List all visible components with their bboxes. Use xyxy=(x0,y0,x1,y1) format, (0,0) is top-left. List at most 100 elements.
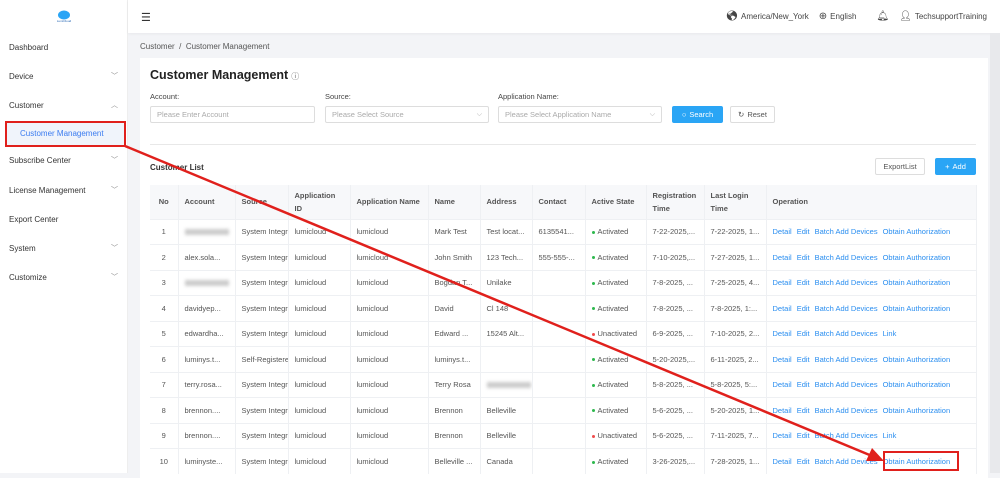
cell-active-state: Activated xyxy=(585,219,646,245)
menu-toggle-icon[interactable]: ☰ xyxy=(141,11,151,24)
cell-name: Terry Rosa xyxy=(428,372,480,398)
detail-link[interactable]: Detail xyxy=(773,380,792,389)
cell-account: luminys.t... xyxy=(178,347,235,373)
account-input[interactable]: Please Enter Account xyxy=(150,106,315,123)
cell-no: 6 xyxy=(150,347,178,373)
cell-app-id: lumicloud xyxy=(288,423,350,449)
cell-account: edwardha... xyxy=(178,321,235,347)
obtain-authorization-link[interactable]: Obtain Authorization xyxy=(883,227,951,236)
info-icon[interactable]: ⓘ xyxy=(291,72,299,81)
sidebar-item-export-center[interactable]: Export Center xyxy=(0,205,128,233)
obtain-authorization-link[interactable]: Obtain Authorization xyxy=(883,304,951,313)
page-title: Customer Managementⓘ xyxy=(150,68,299,82)
edit-link[interactable]: Edit xyxy=(797,227,810,236)
cell-last-login-time: 7-28-2025, 1... xyxy=(704,449,766,475)
language-selector[interactable]: ⊕English xyxy=(819,11,857,22)
batch-add-devices-link[interactable]: Batch Add Devices xyxy=(815,406,878,415)
cell-address: Test locat... xyxy=(480,219,532,245)
sidebar-item-customize[interactable]: Customize﹀ xyxy=(0,263,128,291)
source-select[interactable]: Please Select Source⌵ xyxy=(325,106,489,123)
batch-add-devices-link[interactable]: Batch Add Devices xyxy=(815,227,878,236)
batch-add-devices-link[interactable]: Batch Add Devices xyxy=(815,329,878,338)
app-name-select[interactable]: Please Select Application Name⌵ xyxy=(498,106,662,123)
chevron-down-icon: ﹀ xyxy=(111,272,118,282)
edit-link[interactable]: Edit xyxy=(797,329,810,338)
cell-last-login-time: 7-22-2025, 1... xyxy=(704,219,766,245)
cell-app-id: lumicloud xyxy=(288,219,350,245)
detail-link[interactable]: Detail xyxy=(773,253,792,262)
timezone-selector[interactable]: 🌎︎America/New_York xyxy=(725,11,808,22)
column-header: Address xyxy=(480,185,532,219)
sidebar-item-label: Customer xyxy=(9,101,44,110)
status-dot-icon xyxy=(592,435,595,438)
obtain-authorization-link[interactable]: Obtain Authorization xyxy=(883,355,951,364)
edit-link[interactable]: Edit xyxy=(797,253,810,262)
cell-app-name: lumicloud xyxy=(350,296,428,322)
detail-link[interactable]: Detail xyxy=(773,406,792,415)
export-list-button[interactable]: ExportList xyxy=(875,158,925,175)
cell-no: 7 xyxy=(150,372,178,398)
batch-add-devices-link[interactable]: Batch Add Devices xyxy=(815,304,878,313)
page-scrollbar[interactable] xyxy=(990,33,1000,473)
bell-icon[interactable]: 🔔︎ xyxy=(876,11,889,22)
obtain-authorization-link[interactable]: Obtain Authorization xyxy=(883,278,951,287)
breadcrumb-current: Customer Management xyxy=(186,42,270,51)
cell-registration-time: 5-6-2025, ... xyxy=(646,423,704,449)
obtain-authorization-link[interactable]: Obtain Authorization xyxy=(883,406,951,415)
add-button[interactable]: +Add xyxy=(935,158,976,175)
status-dot-icon xyxy=(592,307,595,310)
edit-link[interactable]: Edit xyxy=(797,304,810,313)
cell-active-state: Activated xyxy=(585,245,646,271)
detail-link[interactable]: Detail xyxy=(773,355,792,364)
cell-account: luminyste... xyxy=(178,449,235,475)
sidebar-item-subscribe-center[interactable]: Subscribe Center﹀ xyxy=(0,146,128,174)
cell-contact xyxy=(532,398,585,424)
detail-link[interactable]: Detail xyxy=(773,227,792,236)
sidebar-item-dashboard[interactable]: Dashboard xyxy=(0,33,128,61)
link-link[interactable]: Link xyxy=(883,329,897,338)
status-dot-icon xyxy=(592,333,595,336)
batch-add-devices-link[interactable]: Batch Add Devices xyxy=(815,355,878,364)
user-menu[interactable]: 👤︎TechsupportTraining xyxy=(899,11,987,22)
detail-link[interactable]: Detail xyxy=(773,278,792,287)
cell-source: System Integr xyxy=(235,270,288,296)
edit-link[interactable]: Edit xyxy=(797,355,810,364)
search-button[interactable]: ○Search xyxy=(672,106,723,123)
cell-no: 4 xyxy=(150,296,178,322)
status-dot-icon xyxy=(592,409,595,412)
edit-link[interactable]: Edit xyxy=(797,457,810,466)
batch-add-devices-link[interactable]: Batch Add Devices xyxy=(815,253,878,262)
cell-operation: Detail Edit Batch Add Devices Obtain Author… xyxy=(766,219,976,245)
obtain-authorization-link[interactable]: Obtain Authorization xyxy=(883,253,951,262)
table-row: 8brennon....System Integrlumicloudlumicl… xyxy=(150,398,976,424)
cell-address xyxy=(480,372,532,398)
cell-contact xyxy=(532,449,585,475)
cell-name: Mark Test xyxy=(428,219,480,245)
edit-link[interactable]: Edit xyxy=(797,380,810,389)
detail-link[interactable]: Detail xyxy=(773,304,792,313)
edit-link[interactable]: Edit xyxy=(797,431,810,440)
batch-add-devices-link[interactable]: Batch Add Devices xyxy=(815,431,878,440)
sidebar-item-license-management[interactable]: License Management﹀ xyxy=(0,176,128,204)
batch-add-devices-link[interactable]: Batch Add Devices xyxy=(815,278,878,287)
cell-no: 9 xyxy=(150,423,178,449)
cell-app-name: lumicloud xyxy=(350,270,428,296)
detail-link[interactable]: Detail xyxy=(773,457,792,466)
batch-add-devices-link[interactable]: Batch Add Devices xyxy=(815,380,878,389)
detail-link[interactable]: Detail xyxy=(773,329,792,338)
edit-link[interactable]: Edit xyxy=(797,406,810,415)
link-link[interactable]: Link xyxy=(883,431,897,440)
sidebar-item-device[interactable]: Device﹀ xyxy=(0,62,128,90)
edit-link[interactable]: Edit xyxy=(797,278,810,287)
breadcrumb-parent[interactable]: Customer xyxy=(140,42,175,51)
user-icon: 👤︎ xyxy=(899,11,912,22)
detail-link[interactable]: Detail xyxy=(773,431,792,440)
reset-button[interactable]: ↻Reset xyxy=(730,106,775,123)
batch-add-devices-link[interactable]: Batch Add Devices xyxy=(815,457,878,466)
obtain-authorization-link[interactable]: Obtain Authorization xyxy=(883,380,951,389)
cell-name: David xyxy=(428,296,480,322)
cell-registration-time: 5-20-2025,... xyxy=(646,347,704,373)
cell-app-name: lumicloud xyxy=(350,372,428,398)
sidebar-item-system[interactable]: System﹀ xyxy=(0,234,128,262)
sidebar-item-customer[interactable]: Customer︿ xyxy=(0,91,128,119)
